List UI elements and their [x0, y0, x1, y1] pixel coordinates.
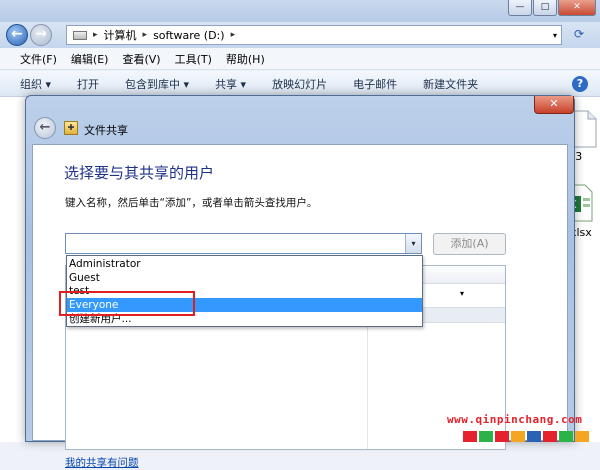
file-sharing-icon: ✚	[64, 121, 78, 135]
color-block	[527, 431, 541, 442]
annotation-highlight-box	[59, 291, 195, 316]
back-button[interactable]: ←	[6, 24, 28, 46]
add-button[interactable]: 添加(A)	[433, 233, 506, 255]
watermark-color-blocks	[463, 431, 589, 442]
maximize-button[interactable]: □	[533, 0, 557, 16]
dropdown-item-guest[interactable]: Guest	[67, 271, 422, 285]
menu-file[interactable]: 文件(F)	[20, 51, 57, 67]
menu-bar: 文件(F) 编辑(E) 查看(V) 工具(T) 帮助(H)	[0, 48, 600, 70]
dropdown-item-administrator[interactable]: Administrator	[67, 257, 422, 271]
dialog-close-button[interactable]: ✕	[534, 96, 574, 114]
explorer-title-bar: — □ ✕	[0, 0, 600, 22]
toolbar-email[interactable]: 电子邮件	[353, 76, 397, 92]
file-sharing-dialog: ✕ ← ✚ 文件共享 选择要与其共享的用户 键入名称，然后单击“添加”，或者单击…	[25, 95, 575, 469]
instruction-text: 键入名称，然后单击“添加”，或者单击箭头查找用户。	[65, 197, 318, 209]
menu-help[interactable]: 帮助(H)	[226, 51, 265, 67]
help-icon[interactable]: ?	[572, 76, 588, 92]
toolbar-new-folder[interactable]: 新建文件夹	[423, 76, 478, 92]
color-block	[511, 431, 525, 442]
drive-icon	[73, 30, 87, 40]
watermark-text: www.qinpinchang.com	[447, 413, 583, 426]
toolbar-open[interactable]: 打开	[77, 76, 99, 92]
breadcrumb-separator: ▸	[93, 30, 98, 40]
menu-tools[interactable]: 工具(T)	[175, 51, 212, 67]
breadcrumb-drive[interactable]: software (D:)	[153, 29, 225, 42]
permission-dropdown-icon[interactable]: ▾	[460, 289, 464, 298]
address-dropdown-icon[interactable]: ▾	[553, 31, 557, 40]
color-block	[479, 431, 493, 442]
sharing-help-link[interactable]: 我的共享有问题	[65, 455, 139, 470]
breadcrumb-separator: ▸	[230, 30, 236, 40]
chevron-down-icon[interactable]: ▾	[405, 234, 421, 253]
page-title: 选择要与其共享的用户	[64, 164, 215, 182]
toolbar-organize[interactable]: 组织 ▾	[20, 76, 51, 92]
minimize-button[interactable]: —	[508, 0, 532, 16]
toolbar-include-in-library[interactable]: 包含到库中 ▾	[125, 76, 189, 92]
dialog-title: 文件共享	[84, 124, 128, 137]
toolbar-share[interactable]: 共享 ▾	[215, 76, 246, 92]
menu-edit[interactable]: 编辑(E)	[71, 51, 109, 67]
color-block	[463, 431, 477, 442]
color-block	[575, 431, 589, 442]
dialog-back-button[interactable]: ←	[34, 117, 56, 139]
navigation-bar: ← → ▸ 计算机 ▸ software (D:) ▸ ▾ ⟳	[0, 22, 600, 48]
user-name-combobox[interactable]: ▾	[65, 233, 422, 254]
forward-button[interactable]: →	[30, 24, 52, 46]
menu-view[interactable]: 查看(V)	[122, 51, 160, 67]
breadcrumb-separator: ▸	[142, 30, 148, 40]
command-bar: 组织 ▾ 打开 包含到库中 ▾ 共享 ▾ 放映幻灯片 电子邮件 新建文件夹	[0, 71, 600, 97]
address-bar[interactable]: ▸ 计算机 ▸ software (D:) ▸ ▾	[66, 25, 562, 45]
close-window-button[interactable]: ✕	[558, 0, 596, 16]
refresh-icon[interactable]: ⟳	[568, 27, 590, 44]
color-block	[495, 431, 509, 442]
color-block	[543, 431, 557, 442]
toolbar-slideshow[interactable]: 放映幻灯片	[272, 76, 327, 92]
breadcrumb-computer[interactable]: 计算机	[104, 27, 137, 43]
color-block	[559, 431, 573, 442]
window-controls: — □ ✕	[508, 0, 596, 16]
